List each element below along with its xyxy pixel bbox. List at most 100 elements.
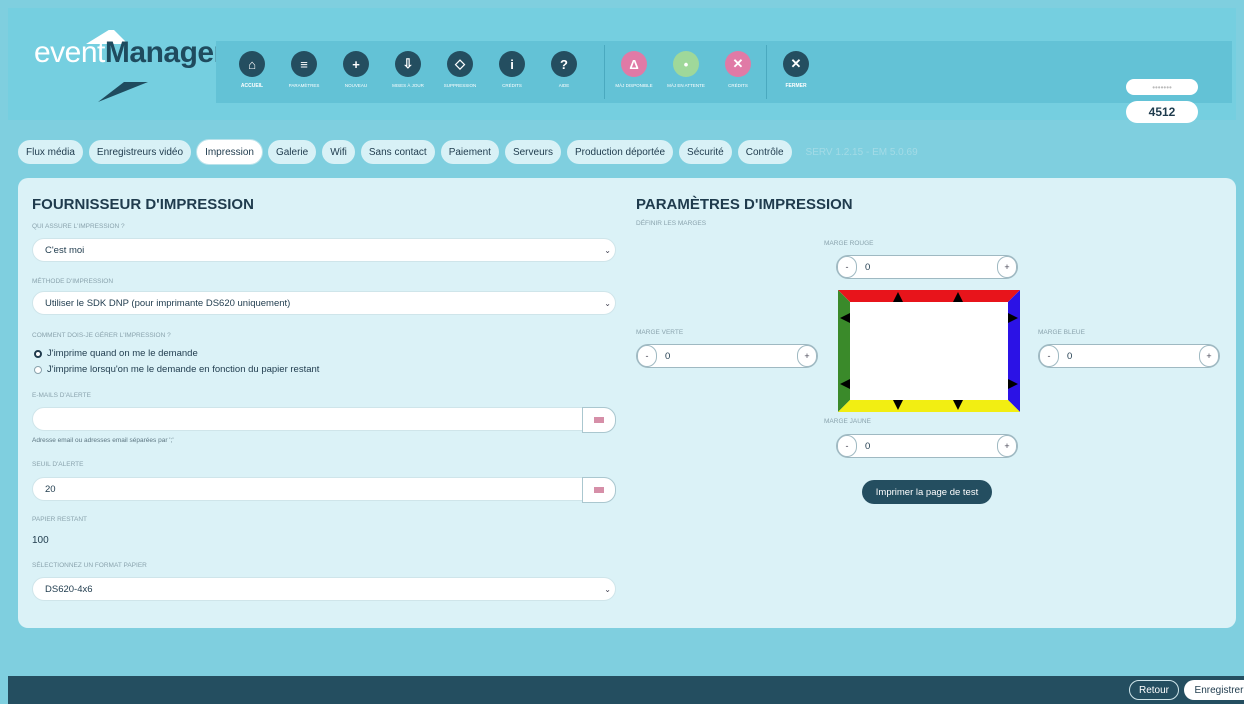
download-icon: ⇩: [395, 51, 421, 77]
toolbar-button-3[interactable]: ⇩ MISES À JOUR: [382, 41, 434, 103]
toolbar-button-5[interactable]: i CRÉDITS: [486, 41, 538, 103]
alert-emails-help: Adresse email ou adresses email séparées…: [32, 437, 174, 444]
toolbar-group-main: ⌂ ACCUEIL ≡ PARAMÈTRES + NOUVEAU ⇩ MISES À JOUR…: [226, 41, 590, 103]
tab-8[interactable]: Production déportée: [566, 140, 674, 164]
settings-tabs: Flux média Enregistreurs vidéo Impression G…: [18, 140, 918, 164]
print-method-label: MÉTHODE D'IMPRESSION: [32, 278, 114, 285]
green-margin-band: [838, 290, 850, 412]
preview-paper: [838, 290, 1020, 412]
print-method-select[interactable]: Utiliser le SDK DNP (pour imprimante DS6…: [32, 291, 616, 315]
tab-3[interactable]: Galerie: [267, 140, 317, 164]
tab-2[interactable]: Impression: [197, 140, 262, 164]
alert-emails-label: E-MAILS D'ALERTE: [32, 392, 91, 399]
bell-icon: Δ: [621, 51, 647, 77]
eraser-icon: ◇: [447, 51, 473, 77]
toolbar-button-0[interactable]: ⌂ ACCUEIL: [226, 41, 278, 103]
radio-print-on-demand[interactable]: J'imprime quand on me le demande: [34, 348, 198, 359]
blue-margin-stepper[interactable]: - 0 +: [1038, 344, 1220, 368]
chevron-down-icon: ⌄: [604, 298, 611, 308]
red-margin-band: [838, 290, 1020, 302]
chevron-down-icon: ⌄: [604, 584, 611, 594]
footer-bar: Retour Enregistrer: [8, 676, 1244, 704]
toolbar-button-4[interactable]: ◇ SUPPRESSION: [434, 41, 486, 103]
alert-threshold-label: SEUIL D'ALERTE: [32, 461, 84, 468]
toolbar-button-2[interactable]: + NOUVEAU: [330, 41, 382, 103]
green-margin-value[interactable]: 0: [657, 351, 797, 362]
margins-subtitle: DÉFINIR LES MARGES: [636, 220, 707, 227]
yellow-margin-band: [838, 400, 1020, 412]
blue-margin-label: MARGE BLEUE: [1038, 329, 1085, 336]
toolbar-button-1[interactable]: ≡ PARAMÈTRES: [278, 41, 330, 103]
increment-button[interactable]: +: [997, 256, 1017, 278]
toolbar-button-label: FERMER: [785, 83, 807, 89]
red-margin-label: MARGE ROUGE: [824, 240, 874, 247]
green-margin-stepper[interactable]: - 0 +: [636, 344, 818, 368]
toolbar-button-6[interactable]: ? AIDE: [538, 41, 590, 103]
paper-format-label: SÉLECTIONNEZ UN FORMAT PAPIER: [32, 562, 147, 569]
decrement-button[interactable]: -: [637, 345, 657, 367]
paper-remaining-value: 100: [32, 535, 49, 546]
radio-selected-icon: [34, 349, 42, 358]
paper-format-value: DS620-4x6: [45, 583, 93, 595]
print-settings-panel: FOURNISSEUR D'IMPRESSION QUI ASSURE L'IM…: [18, 178, 1236, 628]
bulb-icon: •: [673, 51, 699, 77]
toolbar-button-label: ACCUEIL: [240, 83, 264, 89]
toolbar-button-label: MISES À JOUR: [392, 83, 424, 88]
who-prints-label: QUI ASSURE L'IMPRESSION ?: [32, 223, 125, 230]
section-title-provider: FOURNISSEUR D'IMPRESSION: [32, 196, 254, 213]
radio-label: J'imprime lorsqu'on me le demande en fon…: [47, 364, 320, 375]
radio-unselected-icon: [34, 365, 42, 374]
paper-format-select[interactable]: DS620-4x6 ⌄: [32, 577, 616, 601]
alert-emails-input[interactable]: [32, 407, 616, 433]
threshold-addon-button[interactable]: [582, 477, 616, 503]
radio-print-paper-remaining[interactable]: J'imprime lorsqu'on me le demande en fon…: [34, 364, 319, 375]
toolbar-button-label: MÀJ DISPONIBLE: [615, 83, 653, 88]
email-addon-button[interactable]: [582, 407, 616, 433]
who-prints-value: C'est moi: [45, 244, 85, 256]
red-margin-value[interactable]: 0: [857, 262, 997, 273]
print-method-value: Utiliser le SDK DNP (pour imprimante DS6…: [45, 297, 291, 309]
back-button[interactable]: Retour: [1129, 680, 1179, 700]
blue-margin-value[interactable]: 0: [1059, 351, 1199, 362]
green-margin-label: MARGE VERTE: [636, 329, 684, 336]
increment-button[interactable]: +: [797, 345, 817, 367]
save-button[interactable]: Enregistrer: [1184, 680, 1244, 700]
toolbar-button-label: AIDE: [558, 83, 570, 88]
radio-label: J'imprime quand on me le demande: [47, 348, 198, 359]
tab-10[interactable]: Contrôle: [737, 140, 792, 164]
toolbar-button-7[interactable]: Δ MÀJ DISPONIBLE: [608, 41, 660, 103]
yellow-margin-value[interactable]: 0: [857, 441, 997, 452]
red-margin-stepper[interactable]: - 0 +: [836, 255, 1018, 279]
tab-0[interactable]: Flux média: [18, 140, 83, 164]
decrement-button[interactable]: -: [837, 256, 857, 278]
toolbar-button-label: NOUVEAU: [344, 83, 368, 88]
alert-threshold-value: 20: [45, 483, 56, 495]
toolbar-button-8[interactable]: • MÀJ EN ATTENTE: [660, 41, 712, 103]
tab-9[interactable]: Sécurité: [679, 140, 732, 164]
credits-icon: ✕: [725, 51, 751, 77]
increment-button[interactable]: +: [997, 435, 1017, 457]
section-title-print-settings: PARAMÈTRES D'IMPRESSION: [636, 196, 853, 213]
print-test-page-button[interactable]: Imprimer la page de test: [862, 480, 992, 504]
main-toolbar: ⌂ ACCUEIL ≡ PARAMÈTRES + NOUVEAU ⇩ MISES À JOUR…: [216, 41, 1232, 123]
tab-1[interactable]: Enregistreurs vidéo: [88, 140, 192, 164]
decrement-button[interactable]: -: [1039, 345, 1059, 367]
envelope-icon: [594, 417, 604, 423]
decrement-button[interactable]: -: [837, 435, 857, 457]
user-name-badge[interactable]: •••••••: [1126, 79, 1198, 95]
sliders-icon: ≡: [291, 51, 317, 77]
tab-7[interactable]: Serveurs: [504, 140, 561, 164]
tab-6[interactable]: Paiement: [440, 140, 499, 164]
envelope-icon: [594, 487, 604, 493]
yellow-margin-stepper[interactable]: - 0 +: [836, 434, 1018, 458]
yellow-margin-label: MARGE JAUNE: [824, 418, 871, 425]
tab-4[interactable]: Wifi: [322, 140, 355, 164]
increment-button[interactable]: +: [1199, 345, 1219, 367]
logo-text: eventManager: [34, 36, 225, 69]
toolbar-button-9[interactable]: ✕ CRÉDITS: [712, 41, 764, 103]
toolbar-group-close: ✕ FERMER: [770, 41, 822, 103]
toolbar-button-10[interactable]: ✕ FERMER: [770, 41, 822, 103]
tab-5[interactable]: Sans contact: [360, 140, 435, 164]
alert-threshold-input[interactable]: 20: [32, 477, 616, 503]
who-prints-select[interactable]: C'est moi ⌄: [32, 238, 616, 262]
